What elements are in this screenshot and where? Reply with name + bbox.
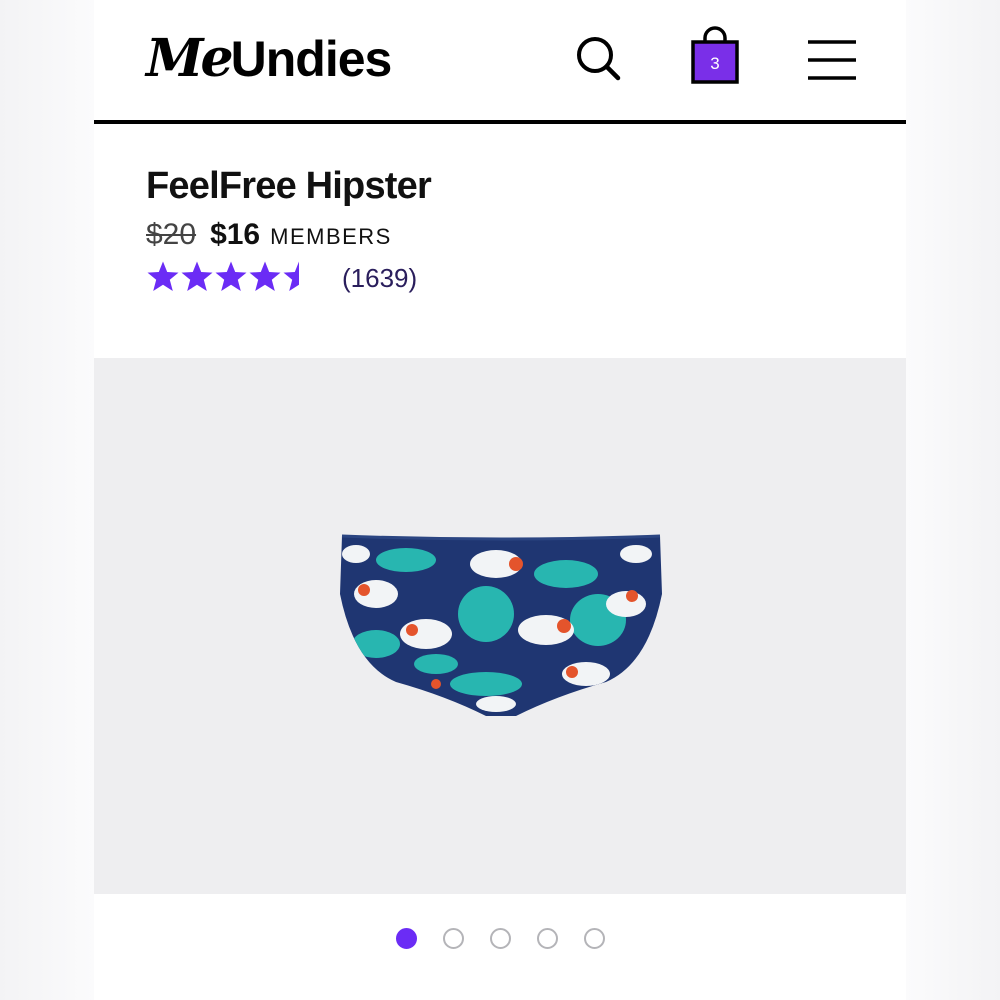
rating-row[interactable]: (1639) xyxy=(146,260,846,296)
meundies-logo[interactable]: Me Undies xyxy=(146,28,393,89)
product-page: Me Undies 3 FeelFree Hipster $20 $16 MEM… xyxy=(94,0,906,1000)
star-rating xyxy=(146,260,316,296)
product-gallery[interactable] xyxy=(94,358,906,894)
logo-me-text: Me xyxy=(146,28,234,89)
search-button[interactable] xyxy=(574,34,624,84)
pagination-dot[interactable] xyxy=(395,928,417,949)
hamburger-menu-icon xyxy=(808,40,856,80)
star-icon xyxy=(147,261,179,291)
cart-count-badge: 3 xyxy=(710,54,720,73)
pagination-dot[interactable] xyxy=(442,928,464,949)
site-header: Me Undies 3 xyxy=(94,0,906,124)
gallery-pagination xyxy=(94,928,906,949)
star-icon xyxy=(249,261,281,291)
cart-button[interactable]: 3 xyxy=(691,26,739,86)
members-label: MEMBERS xyxy=(270,224,392,249)
menu-button[interactable] xyxy=(806,38,858,82)
star-icon xyxy=(283,261,299,291)
review-count[interactable]: (1639) xyxy=(342,263,417,294)
pagination-dot[interactable] xyxy=(583,928,605,949)
star-icon xyxy=(215,261,247,291)
pagination-dot[interactable] xyxy=(489,928,511,949)
product-info: FeelFree Hipster $20 $16 MEMBERS (1639) xyxy=(146,160,846,296)
product-title: FeelFree Hipster xyxy=(146,165,432,207)
search-icon xyxy=(577,37,621,81)
pagination-dot[interactable] xyxy=(536,928,558,949)
logo-undies-text: Undies xyxy=(230,31,393,87)
star-icon xyxy=(181,261,213,291)
member-price: $16 xyxy=(210,218,261,251)
price-row: $20 $16 MEMBERS xyxy=(146,218,846,252)
original-price: $20 xyxy=(146,218,197,251)
product-photo xyxy=(340,534,662,716)
